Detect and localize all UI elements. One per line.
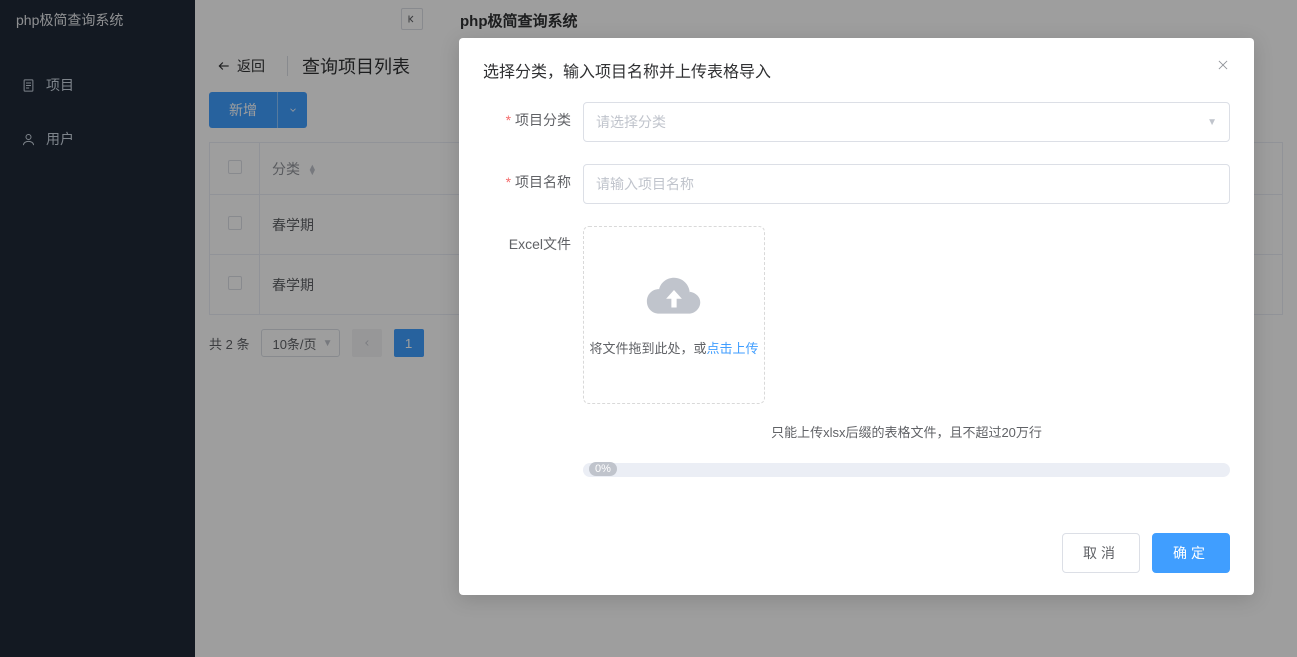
progress-percent: 0% xyxy=(589,462,617,476)
file-label: Excel文件 xyxy=(483,226,583,254)
name-label: 项目名称 xyxy=(483,164,583,192)
upload-tip: 只能上传xlsx后缀的表格文件，且不超过20万行 xyxy=(583,422,1230,441)
upload-dropzone[interactable]: 将文件拖到此处，或点击上传 xyxy=(583,226,765,404)
close-icon xyxy=(1216,58,1230,72)
chevron-down-icon: ▼ xyxy=(1207,117,1217,128)
upload-drag-text: 将文件拖到此处，或 xyxy=(589,341,706,356)
close-button[interactable] xyxy=(1216,58,1230,77)
name-input[interactable] xyxy=(583,164,1230,204)
confirm-button[interactable]: 确定 xyxy=(1152,533,1230,573)
cloud-upload-icon xyxy=(646,274,702,320)
import-dialog: 选择分类，输入项目名称并上传表格导入 项目分类 请选择分类 ▼ 项目名称 Exc… xyxy=(459,38,1254,595)
dialog-title: 选择分类，输入项目名称并上传表格导入 xyxy=(483,58,771,82)
upload-link[interactable]: 点击上传 xyxy=(707,341,759,356)
category-select[interactable]: 请选择分类 ▼ xyxy=(583,102,1230,142)
category-label: 项目分类 xyxy=(483,102,583,130)
cancel-button[interactable]: 取消 xyxy=(1062,533,1140,573)
upload-progress: 0% xyxy=(583,463,1230,477)
